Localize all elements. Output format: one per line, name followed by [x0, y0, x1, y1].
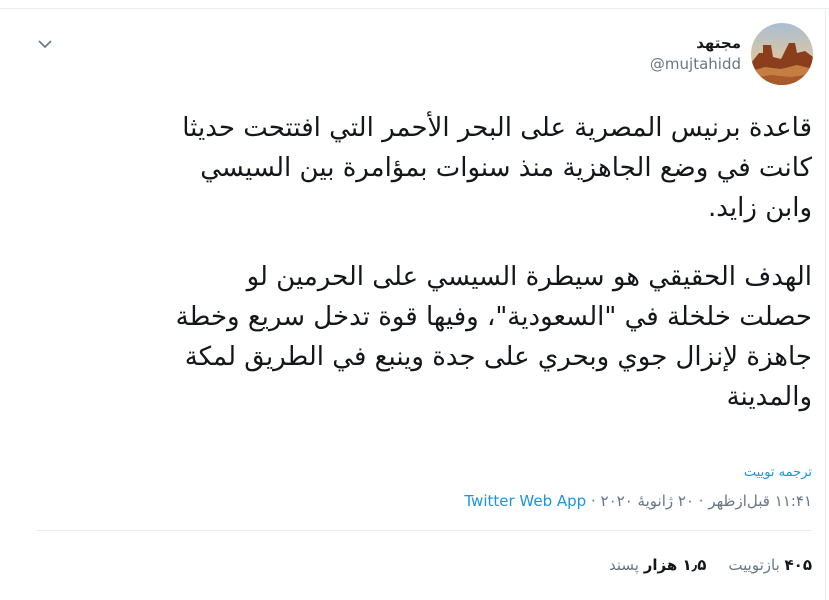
tweet-paragraph-2: الهدف الحقيقي هو سيطرة السيسي على الحرمي…: [175, 262, 812, 412]
translate-tweet-link[interactable]: ترجمه توییت: [744, 465, 812, 480]
likes-label: پسند: [609, 556, 639, 574]
retweets-stat[interactable]: ۴۰۵ بازتوییت: [728, 554, 812, 576]
tweet-time[interactable]: ۱۱:۴۱ قبل‌ازظهر: [708, 492, 812, 510]
tweet-metadata: ۱۱:۴۱ قبل‌ازظهر · ۲۰ ژانویهٔ ۲۰۲۰ · Twit…: [464, 490, 812, 512]
chevron-down-icon[interactable]: [36, 35, 54, 53]
tweet-stats: ۴۰۵ بازتوییت ۱٫۵ هزار پسند: [609, 554, 812, 576]
tweet-source-link[interactable]: Twitter Web App: [464, 492, 586, 510]
retweets-count: ۴۰۵: [784, 556, 812, 574]
likes-count: ۱٫۵ هزار: [643, 556, 707, 574]
author-block: مجتهد @mujtahidd: [650, 33, 741, 75]
tweet-page: مجتهد @mujtahidd قاعدة برنيس المصرية على…: [0, 0, 829, 600]
tweet-text: قاعدة برنيس المصرية على البحر الأحمر الت…: [34, 108, 812, 417]
tweet-date[interactable]: ۲۰ ژانویهٔ ۲۰۲۰: [601, 492, 694, 510]
author-handle[interactable]: @mujtahidd: [650, 53, 741, 75]
meta-separator: ·: [590, 492, 596, 510]
likes-stat[interactable]: ۱٫۵ هزار پسند: [609, 554, 706, 576]
right-border: [825, 8, 826, 600]
avatar[interactable]: [751, 23, 813, 85]
meta-separator: ·: [698, 492, 704, 510]
retweets-label: بازتوییت: [728, 556, 780, 574]
author-display-name[interactable]: مجتهد: [650, 33, 741, 53]
tweet-card: مجتهد @mujtahidd قاعدة برنيس المصرية على…: [0, 9, 825, 600]
stats-divider: [36, 530, 812, 531]
tweet-paragraph-1: قاعدة برنيس المصرية على البحر الأحمر الت…: [182, 113, 812, 223]
